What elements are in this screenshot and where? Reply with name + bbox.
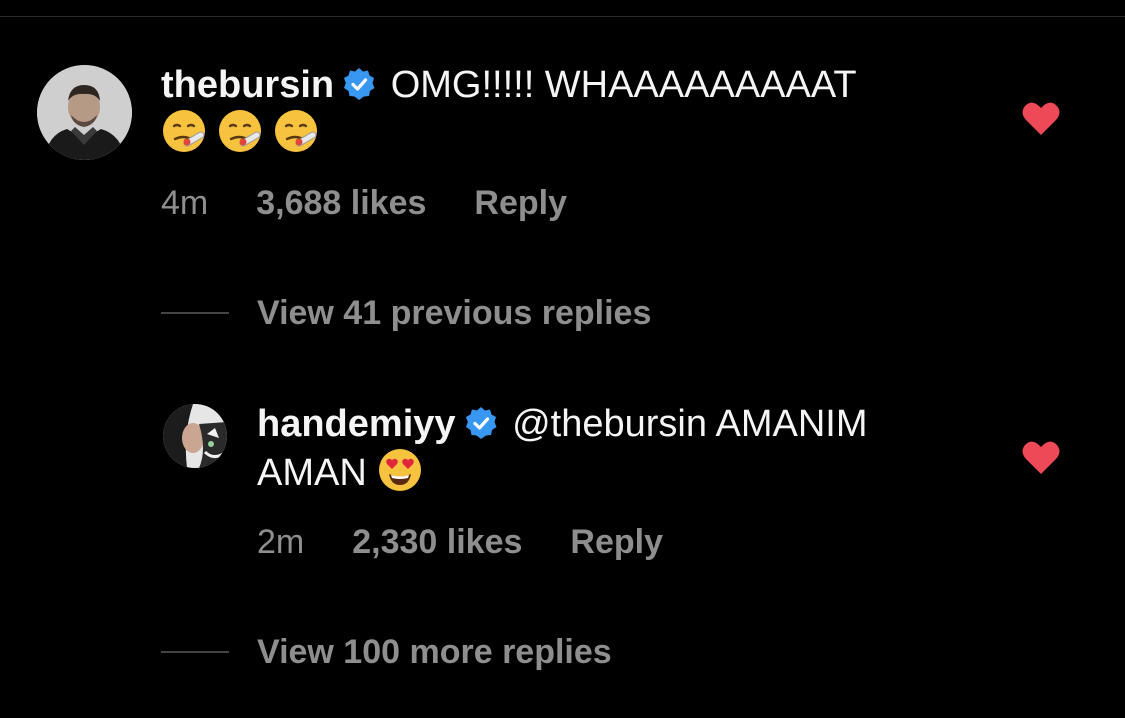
view-replies-button[interactable]: View 100 more replies bbox=[161, 633, 612, 672]
reply-button[interactable]: Reply bbox=[474, 184, 567, 222]
comment-text: OMG!!!!! WHAAAAAAAAAT bbox=[390, 64, 857, 106]
likes-count[interactable]: 2,330 likes bbox=[352, 523, 522, 561]
reply-button[interactable]: Reply bbox=[570, 523, 663, 561]
comment-body: handemiyy @thebursin AMANIM AMAN bbox=[257, 401, 867, 496]
heart-icon[interactable] bbox=[1021, 440, 1061, 476]
top-divider bbox=[0, 16, 1125, 17]
comment-meta: 4m 3,688 likes Reply bbox=[161, 184, 615, 223]
face-with-thermometer-icon bbox=[275, 110, 317, 152]
heart-eyes-face-icon bbox=[379, 449, 422, 491]
replies-divider-line bbox=[161, 651, 229, 653]
timestamp: 2m bbox=[257, 523, 305, 561]
avatar-handemiyy[interactable] bbox=[163, 404, 227, 468]
face-with-thermometer-icon bbox=[163, 110, 205, 152]
view-replies-button[interactable]: View 41 previous replies bbox=[161, 294, 651, 333]
timestamp: 4m bbox=[161, 184, 209, 222]
view-replies-label: View 41 previous replies bbox=[257, 294, 652, 332]
username-link[interactable]: handemiyy bbox=[257, 403, 456, 445]
verified-badge-icon bbox=[465, 407, 497, 439]
avatar-thebursin[interactable] bbox=[37, 65, 132, 160]
username-link[interactable]: thebursin bbox=[161, 64, 334, 106]
comment-body: thebursin OMG!!!!! WHAAAAAAAAAT bbox=[161, 62, 857, 157]
heart-icon[interactable] bbox=[1021, 101, 1061, 137]
comment-meta: 2m 2,330 likes Reply bbox=[257, 523, 711, 562]
verified-badge-icon bbox=[344, 68, 375, 100]
comment-text-line2: AMAN bbox=[257, 452, 367, 494]
comment-text-line1: AMANIM bbox=[715, 403, 868, 445]
view-replies-label: View 100 more replies bbox=[257, 633, 612, 671]
face-with-thermometer-icon bbox=[219, 110, 261, 152]
replies-divider-line bbox=[161, 312, 229, 314]
likes-count[interactable]: 3,688 likes bbox=[256, 184, 426, 222]
mention-link[interactable]: @thebursin bbox=[512, 403, 707, 445]
